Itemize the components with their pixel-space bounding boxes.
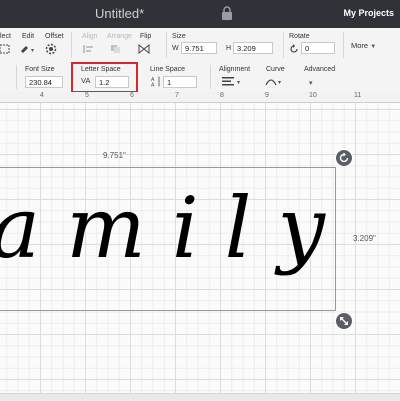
ruler-number: 11 [354,92,362,99]
title-bar: Untitled* My Projects [0,0,400,28]
toolbar-divider [71,32,72,58]
letter-space-highlight [71,62,138,93]
my-projects-link[interactable]: My Projects [343,8,394,18]
flip-label: Flip [140,33,152,40]
size-h-label: H [226,45,232,52]
select-icon[interactable] [0,44,12,54]
horizontal-ruler: 4 5 6 7 8 9 10 11 [0,92,400,103]
curve-label: Curve [266,66,285,73]
chevron-down-icon: ▼ [370,44,377,50]
svg-text:▾: ▾ [309,79,313,86]
rotate-handle[interactable] [336,150,352,166]
more-label: More [351,41,369,50]
line-space-icon: A A [151,76,160,88]
svg-text:▾: ▾ [278,79,281,86]
svg-text:▾: ▾ [237,79,240,86]
offset-label: Offset [45,33,64,40]
ruler-number: 7 [175,92,179,99]
edit-icon[interactable]: ▾ [20,43,36,55]
align-icon[interactable] [82,44,98,54]
line-space-input[interactable]: 1 [163,76,197,88]
rotate-icon [339,152,349,163]
select-label: lect [0,33,11,40]
ruler-number: 4 [40,92,44,99]
arrange-label: Arrange [107,33,132,40]
size-label: Size [172,33,186,40]
alignment-icon[interactable]: ▾ [222,76,244,87]
rotate-input[interactable]: 0 [301,42,335,54]
alignment-label: Alignment [219,66,251,73]
toolbar-divider [16,65,17,89]
lock-icon[interactable] [221,6,233,20]
ruler-number: 6 [130,92,134,99]
height-dimension-label: 3.209" [353,234,376,243]
more-menu[interactable]: More ▼ [351,41,376,50]
chevron-down-icon[interactable]: ▾ [306,78,320,86]
scale-icon [340,317,348,325]
font-size-label: Font Size [25,66,55,73]
font-size-input[interactable]: 230.84 [25,76,63,88]
ruler-number: 10 [309,92,317,99]
toolbar-divider [210,65,211,89]
text-object[interactable]: amily [0,165,350,315]
ruler-number: 8 [220,92,224,99]
ruler-number: 9 [265,92,269,99]
rotate-label: Rotate [289,33,310,40]
rotate-icon [290,44,298,53]
curve-icon[interactable]: ▾ [265,75,285,87]
edit-label: Edit [22,33,35,40]
advanced-label: Advanced [304,66,336,73]
ruler-number: 5 [85,92,89,99]
scale-handle[interactable] [336,313,352,329]
align-label: Align [82,33,98,40]
width-dimension-label: 9.751" [103,151,126,160]
toolbar-divider [343,32,344,58]
svg-text:A: A [151,83,155,88]
text-content: amily [0,179,350,277]
width-input[interactable]: 9.751 [181,42,217,54]
svg-text:▾: ▾ [31,47,34,54]
offset-icon[interactable] [45,43,63,55]
flip-icon[interactable] [138,43,156,55]
toolbar-divider [166,32,167,58]
line-space-label: Line Space [150,66,186,73]
height-input[interactable]: 3.209 [233,42,273,54]
arrange-icon[interactable] [110,44,126,54]
project-title: Untitled* [95,6,145,21]
toolbar-divider [283,32,284,58]
size-w-label: W [172,45,179,52]
